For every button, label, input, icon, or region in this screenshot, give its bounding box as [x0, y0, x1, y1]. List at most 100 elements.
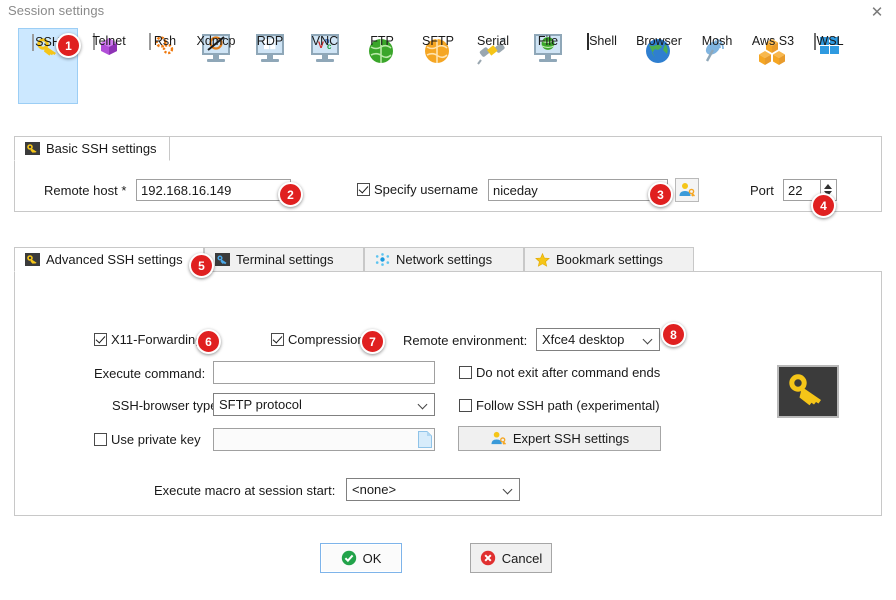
- execute-command-input[interactable]: [213, 361, 435, 384]
- browse-file-icon[interactable]: [418, 431, 432, 451]
- cancel-label: Cancel: [501, 550, 543, 566]
- star-icon: [535, 252, 550, 267]
- compression-label: Compression: [288, 332, 365, 347]
- session-type-label: Mosh: [701, 34, 733, 48]
- session-type-label: Browser: [636, 34, 682, 48]
- annotation-badge-4: 4: [811, 193, 836, 218]
- expert-ssh-settings-button[interactable]: Expert SSH settings: [458, 426, 661, 451]
- checkbox-box: [94, 333, 107, 346]
- ok-button[interactable]: OK: [320, 543, 402, 573]
- execute-command-label: Execute command:: [94, 366, 206, 381]
- session-type-aws-s3[interactable]: Aws S3: [743, 28, 803, 104]
- remote-host-label: Remote host *: [44, 183, 127, 198]
- tab-bookmark-settings[interactable]: Bookmark settings: [524, 247, 694, 272]
- annotation-badge-7: 7: [360, 329, 385, 354]
- username-input[interactable]: [488, 179, 668, 201]
- window-titlebar: Session settings ✕: [0, 0, 896, 24]
- remote-environment-select[interactable]: Xfce4 desktop: [536, 328, 660, 351]
- session-type-label: Shell: [589, 34, 617, 48]
- session-type-label: WSL: [816, 34, 844, 48]
- execute-macro-label: Execute macro at session start:: [154, 483, 336, 498]
- advanced-settings-tabstrip: Advanced SSH settings Terminal settings …: [14, 247, 694, 272]
- follow-ssh-path-checkbox[interactable]: Follow SSH path (experimental): [459, 398, 660, 413]
- ssh-browser-type-label: SSH-browser type:: [112, 398, 222, 413]
- key-icon: [25, 253, 40, 266]
- terminal-icon: [215, 253, 230, 266]
- x11-forwarding-checkbox[interactable]: X11-Forwarding: [94, 332, 203, 347]
- remote-host-input[interactable]: [136, 179, 291, 201]
- do-not-exit-checkbox[interactable]: Do not exit after command ends: [459, 365, 660, 380]
- checkbox-box: [271, 333, 284, 346]
- annotation-badge-5: 5: [189, 253, 214, 278]
- basic-settings-tabstrip: Basic SSH settings: [14, 136, 170, 161]
- close-icon[interactable]: ✕: [866, 2, 888, 22]
- specify-username-label: Specify username: [374, 182, 479, 197]
- session-type-label: Telnet: [92, 34, 126, 48]
- tab-terminal-settings[interactable]: Terminal settings: [204, 247, 364, 272]
- ok-label: OK: [362, 550, 382, 566]
- annotation-badge-3: 3: [648, 182, 673, 207]
- annotation-badge-2: 2: [278, 182, 303, 207]
- tab-network-settings[interactable]: Network settings: [364, 247, 524, 272]
- ssh-browser-type-select[interactable]: SFTP protocol: [213, 393, 435, 416]
- execute-macro-value: <none>: [352, 482, 397, 497]
- tab-label: Terminal settings: [236, 252, 334, 267]
- session-type-label: Aws S3: [751, 34, 795, 48]
- spinner-up-icon[interactable]: [824, 184, 832, 189]
- remote-environment-label: Remote environment:: [403, 333, 528, 348]
- tab-label: Bookmark settings: [556, 252, 663, 267]
- session-type-label: FTP: [370, 34, 394, 48]
- session-type-rdp[interactable]: RDP: [240, 28, 300, 104]
- session-type-telnet[interactable]: Telnet: [79, 28, 139, 104]
- do-not-exit-label: Do not exit after command ends: [476, 365, 661, 380]
- user-key-icon: [679, 183, 695, 197]
- execute-macro-select[interactable]: <none>: [346, 478, 520, 501]
- port-label: Port: [750, 183, 774, 198]
- session-type-file[interactable]: File: [518, 28, 578, 104]
- chevron-down-icon: [503, 484, 514, 495]
- network-icon: [375, 253, 390, 266]
- chevron-down-icon: [418, 399, 429, 410]
- annotation-badge-6: 6: [196, 329, 221, 354]
- session-type-toolbar: SSH Telnet Rsh Xdmcp RDP V n c VNC FTP S…: [0, 28, 896, 110]
- follow-ssh-path-label: Follow SSH path (experimental): [476, 398, 660, 413]
- session-type-ftp[interactable]: FTP: [352, 28, 412, 104]
- annotation-badge-8: 8: [661, 322, 686, 347]
- tab-basic-ssh-settings[interactable]: Basic SSH settings: [14, 136, 170, 161]
- checkbox-box: [94, 433, 107, 446]
- private-key-input[interactable]: [213, 428, 435, 451]
- cancel-button[interactable]: Cancel: [470, 543, 552, 573]
- session-type-serial[interactable]: Serial: [463, 28, 523, 104]
- tab-label: Network settings: [396, 252, 493, 267]
- use-private-key-checkbox[interactable]: Use private key: [94, 432, 201, 447]
- tab-label: Advanced SSH settings: [46, 252, 183, 267]
- close-circle-icon: [480, 550, 495, 566]
- x11-forwarding-label: X11-Forwarding: [111, 332, 203, 347]
- checkbox-box: [459, 399, 472, 412]
- key-icon: [25, 142, 40, 155]
- check-circle-icon: [341, 550, 356, 566]
- session-type-wsl[interactable]: WSL: [800, 28, 860, 104]
- session-type-xdmcp[interactable]: Xdmcp: [186, 28, 246, 104]
- session-type-label: VNC: [311, 34, 339, 48]
- session-type-mosh[interactable]: Mosh: [687, 28, 747, 104]
- tab-label: Basic SSH settings: [46, 141, 157, 156]
- chevron-down-icon: [643, 334, 654, 345]
- ssh-browser-type-value: SFTP protocol: [219, 397, 302, 412]
- use-private-key-label: Use private key: [111, 432, 201, 447]
- session-type-label: Xdmcp: [196, 34, 236, 48]
- expert-ssh-settings-label: Expert SSH settings: [512, 431, 630, 446]
- remote-environment-value: Xfce4 desktop: [542, 332, 625, 347]
- session-type-label: RDP: [256, 34, 284, 48]
- user-key-icon: [491, 431, 506, 445]
- session-type-vnc[interactable]: V n c VNC: [295, 28, 355, 104]
- specify-username-checkbox[interactable]: Specify username: [357, 182, 478, 197]
- session-type-shell[interactable]: > Shell: [573, 28, 633, 104]
- compression-checkbox[interactable]: Compression: [271, 332, 365, 347]
- checkbox-box: [459, 366, 472, 379]
- tab-advanced-ssh-settings[interactable]: Advanced SSH settings: [14, 247, 204, 272]
- session-type-sftp[interactable]: SFTP: [408, 28, 468, 104]
- session-type-browser[interactable]: Browser: [629, 28, 689, 104]
- ssh-key-illustration: [777, 365, 839, 418]
- user-key-button[interactable]: [675, 178, 699, 202]
